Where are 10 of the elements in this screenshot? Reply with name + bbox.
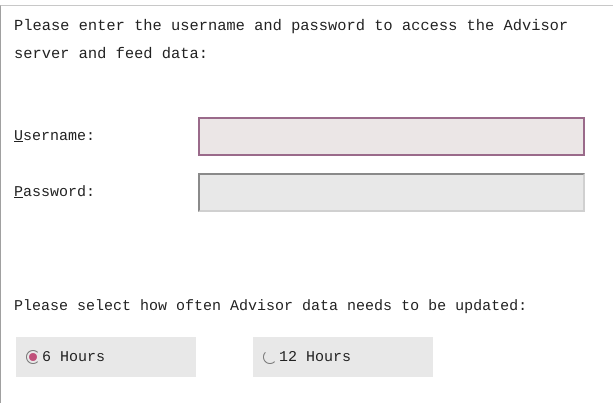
input-field[interactable] xyxy=(198,117,585,156)
instruction-text: Please enter the username and password to access the Advisor server and feed data: xyxy=(14,16,570,65)
radio-option[interactable]: 12 Hours xyxy=(253,337,433,377)
field-label: Username: xyxy=(14,128,96,145)
instruction-text: Please select how often Advisor data needs to be updated: xyxy=(14,298,528,315)
radio-option[interactable]: 6 Hours xyxy=(16,337,196,377)
radio-button[interactable] xyxy=(263,350,277,364)
input-field[interactable] xyxy=(198,173,585,212)
radio-button[interactable] xyxy=(26,350,40,364)
field-label: Password: xyxy=(14,184,96,201)
